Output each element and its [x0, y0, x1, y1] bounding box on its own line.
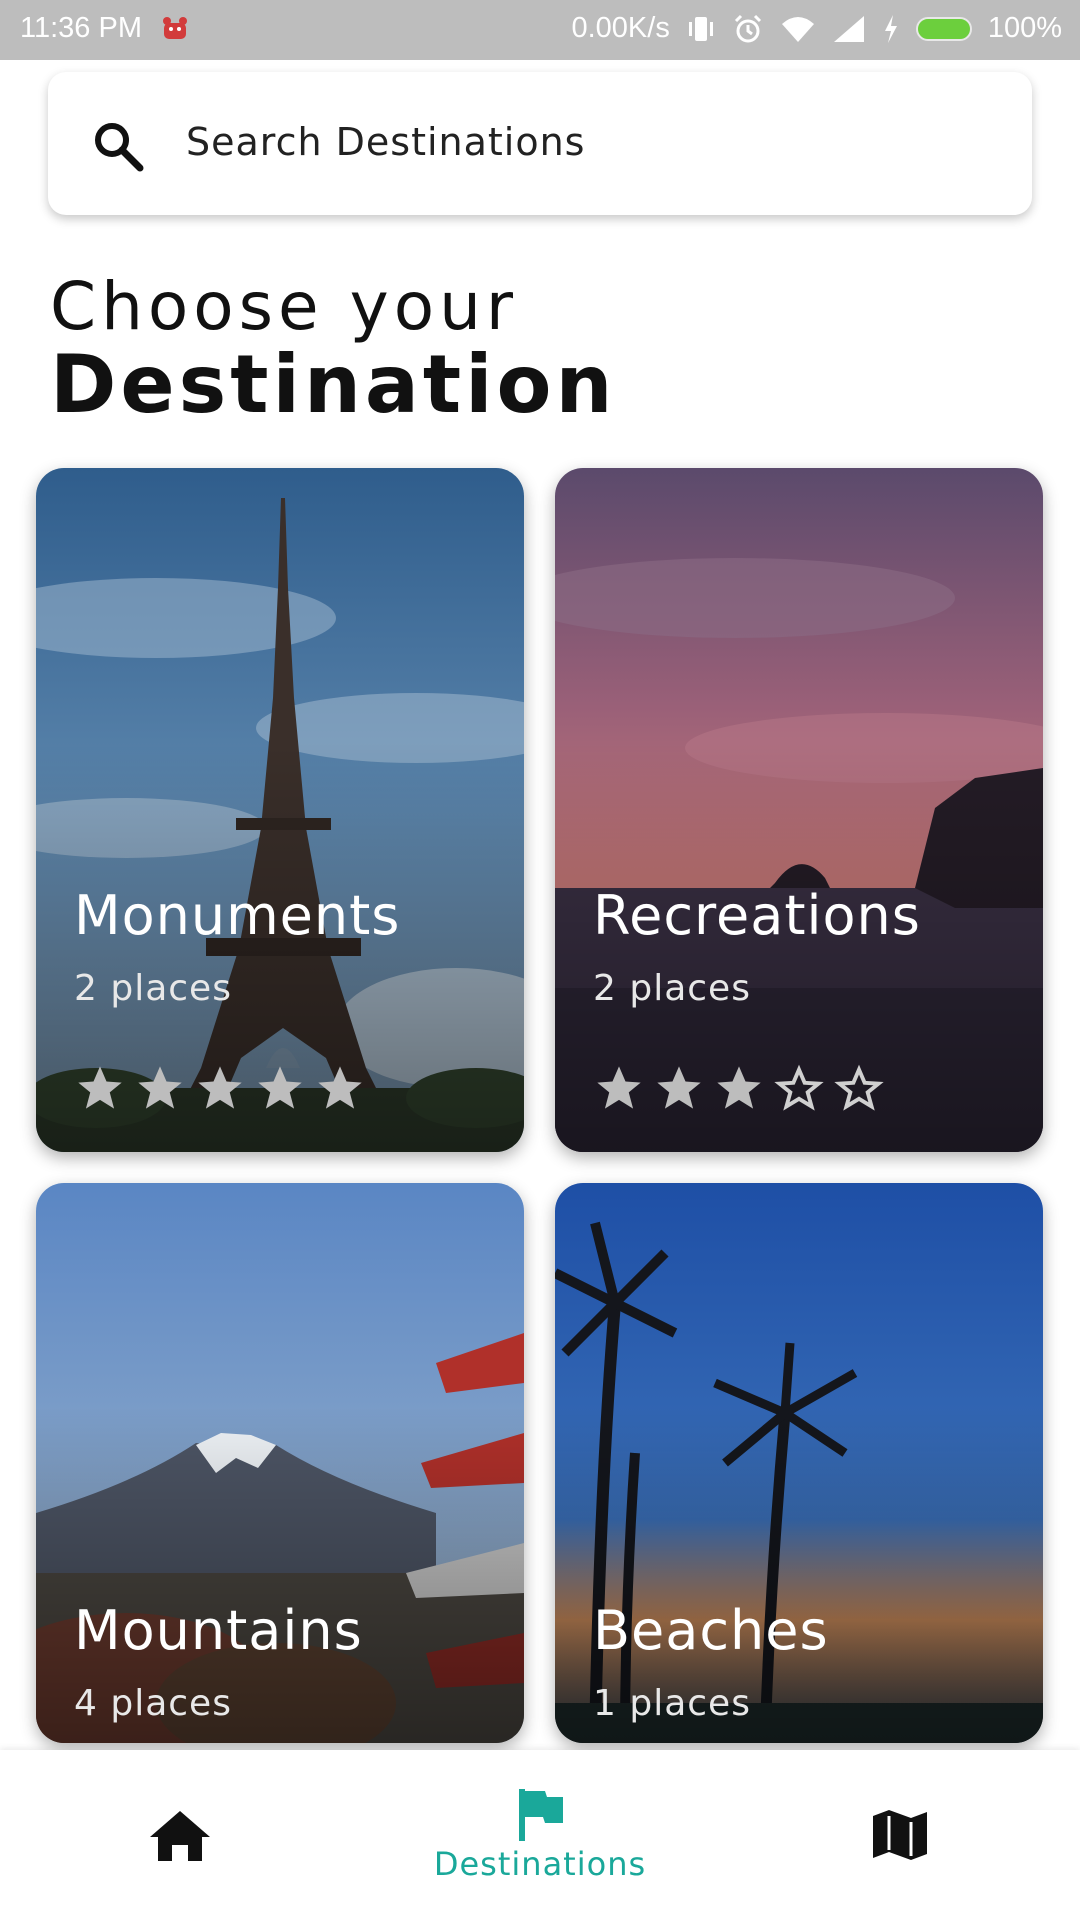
search-icon[interactable] — [90, 118, 146, 174]
card-title: Recreations — [593, 884, 921, 947]
search-input[interactable]: Search Destinations — [186, 120, 585, 164]
bottom-navigation: Destinations — [0, 1750, 1080, 1920]
nav-destinations-label: Destinations — [433, 1845, 647, 1883]
star-filled-icon — [657, 1066, 701, 1109]
star-outline-icon — [774, 1064, 824, 1111]
battery-icon — [915, 16, 972, 41]
card-places-count: 1 places — [593, 1683, 751, 1724]
search-bar[interactable]: Search Destinations — [48, 72, 1032, 215]
star-outline-icon — [834, 1064, 884, 1111]
star-filled-icon — [138, 1066, 182, 1109]
card-places-count: 4 places — [74, 1683, 232, 1724]
rating-stars — [74, 1062, 366, 1114]
card-places-count: 2 places — [74, 968, 232, 1009]
nav-destinations[interactable]: Destinations — [420, 1750, 660, 1920]
alarm-icon — [734, 14, 761, 42]
status-time: 11:36 PM — [20, 12, 142, 44]
charging-icon — [884, 14, 897, 43]
page-title: Destination — [50, 338, 617, 431]
status-bar: 11:36 PM 0.00K/s 100% — [0, 0, 1080, 60]
notification-app-icon — [162, 16, 187, 39]
map-icon[interactable] — [871, 1806, 929, 1864]
star-filled-icon — [597, 1066, 641, 1109]
flag-icon[interactable] — [515, 1787, 565, 1843]
page-subtitle: Choose your — [50, 268, 519, 345]
wifi-icon — [781, 16, 814, 42]
network-speed: 0.00K/s — [571, 12, 670, 44]
star-filled-icon — [717, 1066, 761, 1109]
card-shade — [555, 468, 1043, 1152]
rating-stars — [593, 1062, 885, 1114]
star-filled-icon — [258, 1066, 302, 1109]
card-shade — [36, 468, 524, 1152]
star-filled-icon — [78, 1066, 122, 1109]
card-title: Mountains — [74, 1599, 363, 1662]
star-filled-icon — [318, 1066, 362, 1109]
card-title: Monuments — [74, 884, 401, 947]
card-title: Beaches — [593, 1599, 829, 1662]
vibrate-icon — [688, 16, 713, 41]
battery-percent: 100% — [987, 12, 1062, 44]
category-card-monuments[interactable]: Monuments 2 places — [36, 468, 524, 1152]
nav-home[interactable] — [130, 1750, 230, 1920]
card-places-count: 2 places — [593, 968, 751, 1009]
nav-map[interactable] — [850, 1750, 950, 1920]
category-card-beaches[interactable]: Beaches 1 places — [555, 1183, 1043, 1743]
category-card-recreations[interactable]: Recreations 2 places — [555, 468, 1043, 1152]
signal-icon — [833, 15, 864, 42]
home-icon[interactable] — [148, 1807, 212, 1863]
category-card-mountains[interactable]: Mountains 4 places — [36, 1183, 524, 1743]
star-filled-icon — [198, 1066, 242, 1109]
